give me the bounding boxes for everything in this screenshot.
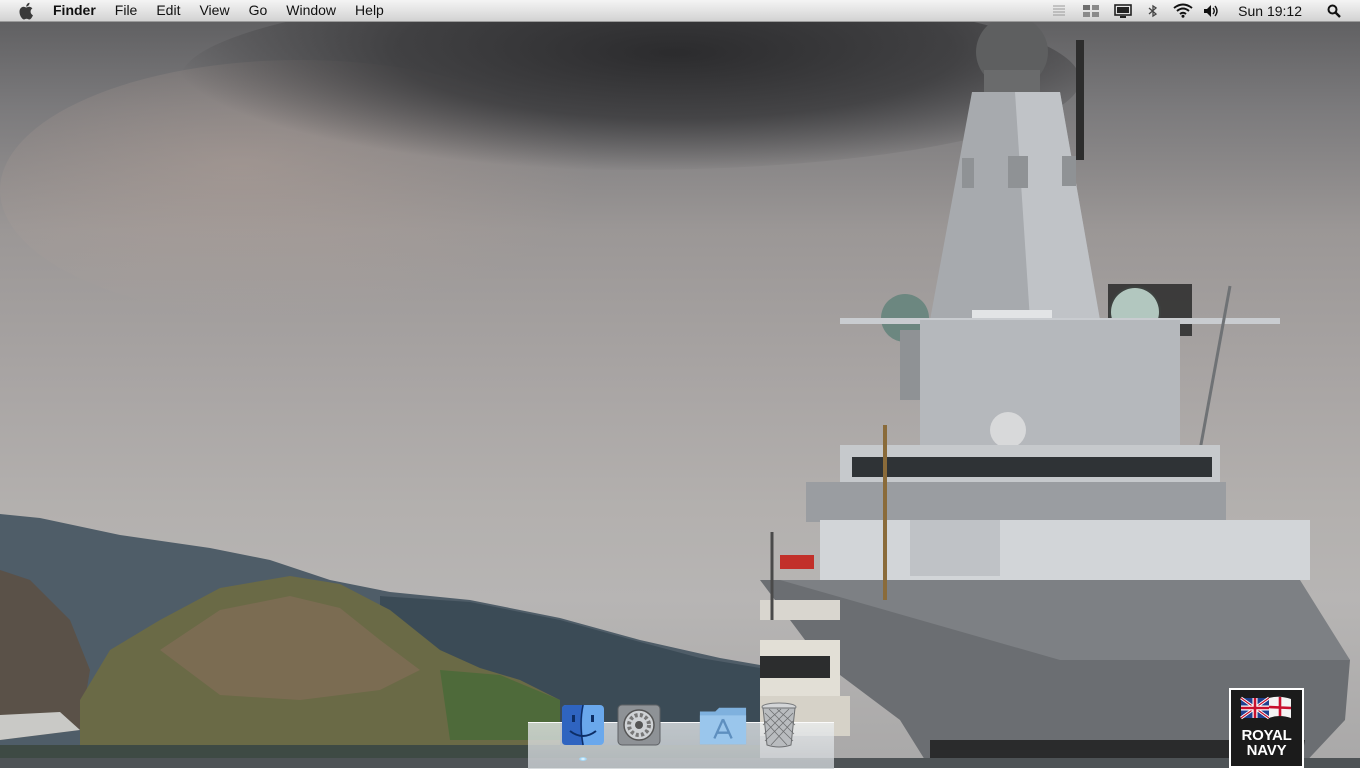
dock-item-applications[interactable]	[698, 702, 748, 748]
menu-edit[interactable]: Edit	[156, 0, 180, 21]
system-preferences-icon	[617, 704, 661, 746]
menu-window[interactable]: Window	[286, 0, 336, 21]
apple-menu-icon[interactable]	[19, 2, 35, 20]
spaces-icon[interactable]	[1074, 0, 1108, 21]
ensign-flag-icon	[1240, 696, 1292, 720]
menu-go[interactable]: Go	[249, 0, 268, 21]
volume-icon[interactable]	[1198, 0, 1224, 21]
menu-app-finder[interactable]: Finder	[53, 0, 96, 21]
finder-running-indicator	[579, 757, 587, 761]
spotlight-search-icon[interactable]	[1324, 0, 1344, 21]
trash-icon	[761, 702, 797, 748]
warship	[760, 20, 1350, 768]
logo-line-navy: NAVY	[1246, 742, 1287, 759]
page-icon[interactable]	[1044, 0, 1074, 21]
finder-icon	[562, 704, 604, 746]
menu-view[interactable]: View	[199, 0, 229, 21]
logo-line-royal: ROYAL	[1241, 727, 1292, 744]
royal-navy-logo: ROYAL NAVY	[1229, 688, 1304, 768]
status-menus: Sun 19:12	[1044, 0, 1360, 21]
dock	[528, 700, 834, 769]
applications-folder-icon	[699, 707, 747, 745]
bluetooth-icon[interactable]	[1138, 0, 1168, 21]
display-icon[interactable]	[1108, 0, 1138, 21]
menu-bar: Finder File Edit View Go Window Help Sun…	[0, 0, 1360, 22]
dock-item-system-preferences[interactable]	[614, 702, 664, 748]
menu-help[interactable]: Help	[355, 0, 384, 21]
menu-clock[interactable]: Sun 19:12	[1238, 3, 1302, 19]
wifi-icon[interactable]	[1168, 0, 1198, 21]
menu-file[interactable]: File	[115, 0, 138, 21]
dock-item-trash[interactable]	[754, 702, 804, 748]
dock-item-finder[interactable]	[558, 702, 608, 748]
desktop-wallpaper	[0, 0, 1360, 768]
royal-navy-wordmark: ROYAL NAVY	[1231, 728, 1302, 758]
